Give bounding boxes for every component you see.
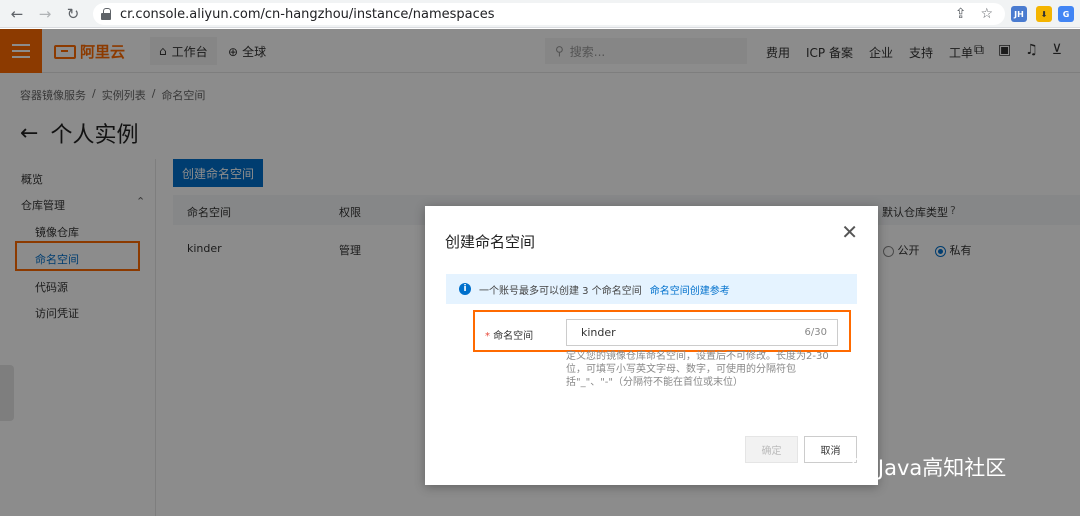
reload-icon[interactable]: ↻	[62, 3, 84, 25]
dialog-title: 创建命名空间	[445, 233, 536, 251]
info-icon: i	[459, 283, 471, 295]
back-icon[interactable]: ←	[6, 3, 28, 25]
share-icon[interactable]: ⇪	[955, 6, 967, 22]
extension-translate-icon[interactable]: G	[1058, 6, 1074, 22]
browser-toolbar: ← → ↻ cr.console.aliyun.com/cn-hangzhou/…	[0, 0, 1080, 28]
address-bar[interactable]: cr.console.aliyun.com/cn-hangzhou/instan…	[93, 3, 1005, 25]
info-notice: i 一个账号最多可以创建 3 个命名空间 命名空间创建参考	[446, 274, 857, 304]
field-hint: 定义您的镜像仓库命名空间，设置后不可修改。长度为2-30位，可填写小写英文字母、…	[566, 351, 829, 388]
namespace-input-value: kinder	[581, 326, 616, 339]
extension-download-icon[interactable]: ⬇	[1036, 6, 1052, 22]
watermark-text: Java高知社区	[877, 456, 1007, 480]
field-label-text: 命名空间	[493, 331, 534, 342]
create-namespace-dialog: 创建命名空间 ✕ i 一个账号最多可以创建 3 个命名空间 命名空间创建参考 *…	[425, 206, 878, 485]
wechat-icon: ☺	[850, 455, 872, 479]
char-counter: 6/30	[804, 327, 827, 338]
namespace-input[interactable]: kinder 6/30	[566, 319, 838, 346]
confirm-button[interactable]: 确定	[745, 436, 798, 463]
required-marker: *	[485, 331, 490, 342]
lock-icon	[101, 8, 111, 20]
close-icon[interactable]: ✕	[841, 220, 858, 244]
forward-icon[interactable]: →	[34, 3, 56, 25]
url-text: cr.console.aliyun.com/cn-hangzhou/instan…	[120, 6, 495, 22]
namespace-field-label: * 命名空间	[485, 327, 533, 342]
notice-text: 一个账号最多可以创建 3 个命名空间	[479, 285, 642, 297]
notice-link[interactable]: 命名空间创建参考	[650, 282, 730, 297]
bookmark-star-icon[interactable]: ☆	[980, 6, 993, 22]
watermark: ☺ Java高知社区	[850, 452, 1006, 482]
extension-jh-icon[interactable]: JH	[1011, 6, 1027, 22]
